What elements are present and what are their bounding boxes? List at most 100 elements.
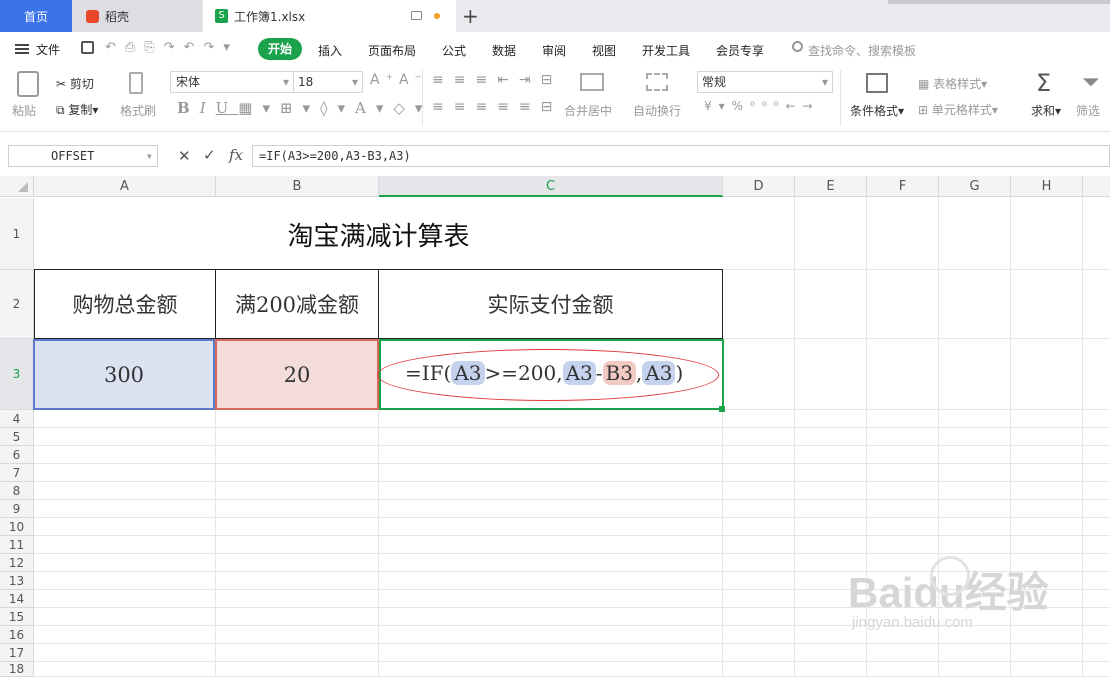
sheet-file-icon: S [215,9,228,23]
col-header-a[interactable]: A [34,176,216,197]
row-header-8[interactable]: 8 [0,482,34,500]
new-tab-button[interactable]: + [462,4,479,28]
screen-icon[interactable] [411,11,422,20]
cell-style-button[interactable]: ⊞ 单元格样式▾ [918,101,998,118]
merge-button[interactable]: 合并居中 [564,102,612,119]
row-header-1[interactable]: 1 [0,198,34,270]
menu-insert[interactable]: 插入 [318,42,342,59]
row-gridline [34,463,1110,464]
row-gridline [34,517,1110,518]
row-header-14[interactable]: 14 [0,590,34,608]
menu-review[interactable]: 审阅 [542,42,566,59]
col-header-c[interactable]: C [379,176,723,197]
sheet-title[interactable]: 淘宝满减计算表 [34,198,723,270]
table-style-button[interactable]: ▦ 表格样式▾ [918,75,987,92]
wrap-icon [646,73,668,91]
row-header-4[interactable]: 4 [0,410,34,428]
row-header-17[interactable]: 17 [0,644,34,662]
confirm-icon[interactable]: ✓ [203,146,216,164]
header-cell-a2[interactable]: 购物总金额 [35,270,215,338]
name-box[interactable]: OFFSET ▾ [8,145,158,167]
align-icons[interactable]: ≡≡≡⇤⇥⊟ [432,72,562,88]
daoke-icon [86,9,99,23]
menu-data[interactable]: 数据 [492,42,516,59]
paw-icon [930,556,970,596]
font-grow-shrink-icons[interactable]: A⁺A⁻ [370,72,428,88]
row-header-15[interactable]: 15 [0,608,34,626]
formula-input[interactable]: =IF(A3>=200,A3-B3,A3) [252,145,1110,167]
row-header-2[interactable]: 2 [0,270,34,339]
row-header-9[interactable]: 9 [0,500,34,518]
menu-dev[interactable]: 开发工具 [642,42,690,59]
sum-label: 求和 [1031,104,1056,118]
col-gridline [1082,197,1083,677]
col-header-g[interactable]: G [939,176,1011,197]
save-icon[interactable] [81,41,94,54]
font-size-select[interactable]: 18 ▾ [293,71,363,93]
value-cell-b3[interactable]: 20 [215,339,379,410]
select-all-corner[interactable] [0,176,34,197]
col-header-f[interactable]: F [867,176,939,197]
number-format-value: 常规 [702,75,727,89]
menu-view[interactable]: 视图 [592,42,616,59]
paste-icon[interactable] [17,71,39,97]
window-strip [888,0,1110,4]
format-painter-button[interactable]: 格式刷 [120,102,156,119]
number-format-select[interactable]: 常规 ▾ [697,71,833,93]
row-header-11[interactable]: 11 [0,536,34,554]
row-gridline [34,535,1110,536]
formula-part: =IF( [405,361,452,385]
tab-home[interactable]: 首页 [0,0,72,32]
font-name-value: 宋体 [176,75,201,89]
cancel-icon[interactable]: ✕ [178,147,191,165]
row-gridline [34,499,1110,500]
cond-format-button[interactable]: 条件格式▾ [850,102,904,119]
formula-cell-c3[interactable]: =IF(A3 >=200, A3- B3, A3) [377,339,724,410]
col-header-i[interactable] [1083,176,1110,197]
search-input[interactable]: 查找命令、搜索模板 [808,42,916,59]
row-header-10[interactable]: 10 [0,518,34,536]
ribbon-divider [422,70,423,126]
col-header-d[interactable]: D [723,176,795,197]
menu-icon[interactable] [15,44,29,54]
menu-layout[interactable]: 页面布局 [368,42,416,59]
menu-file[interactable]: 文件 [36,41,60,58]
col-header-b[interactable]: B [216,176,379,197]
tab-workbook-label: 工作簿1.xlsx [234,9,306,24]
row-header-6[interactable]: 6 [0,446,34,464]
header-cell-b2[interactable]: 满200减金额 [216,270,378,338]
number-format-icons[interactable]: ¥▾%⁰⁰⁰←→ [704,99,820,113]
cond-format-label: 条件格式 [850,104,899,118]
copy-button[interactable]: ⧉ 复制▾ [56,101,98,118]
value-cell-a3[interactable]: 300 [33,339,215,410]
cut-button[interactable]: ✂ 剪切 [56,75,94,92]
tab-daoke[interactable]: 稻壳 [72,0,202,32]
tab-workbook[interactable]: S 工作簿1.xlsx [203,0,456,32]
row-header-13[interactable]: 13 [0,572,34,590]
fx-icon[interactable]: fx [229,146,243,164]
menu-start[interactable]: 开始 [258,38,302,60]
col-header-h[interactable]: H [1011,176,1083,197]
filter-button[interactable]: 筛选 [1076,102,1100,119]
row-header-12[interactable]: 12 [0,554,34,572]
row-header-3[interactable]: 3 [0,339,34,410]
fill-handle[interactable] [719,406,725,412]
wrap-button[interactable]: 自动换行 [633,102,681,119]
quick-toolbar-icons[interactable]: ↶⎙⎘↷↶↷▾ [105,40,239,55]
row-header-5[interactable]: 5 [0,428,34,446]
row-header-18[interactable]: 18 [0,662,34,677]
font-size-value: 18 [298,75,314,89]
row-header-16[interactable]: 16 [0,626,34,644]
header-cell-c2[interactable]: 实际支付金额 [379,270,722,338]
align-icons-row2[interactable]: ≡≡≡≡≡⊟ [432,99,562,115]
font-style-icons[interactable]: BIU▦▾⊞▾◊▾A▾◇▾ [177,99,432,117]
menu-formula[interactable]: 公式 [442,42,466,59]
col-gridline [378,410,379,677]
cut-label: 剪切 [69,77,94,91]
row-header-7[interactable]: 7 [0,464,34,482]
menu-member[interactable]: 会员专享 [716,42,764,59]
font-name-select[interactable]: 宋体 ▾ [170,71,294,93]
sum-button[interactable]: 求和▾ [1031,102,1061,119]
col-header-e[interactable]: E [795,176,867,197]
paste-button[interactable]: 粘贴 [12,102,36,119]
